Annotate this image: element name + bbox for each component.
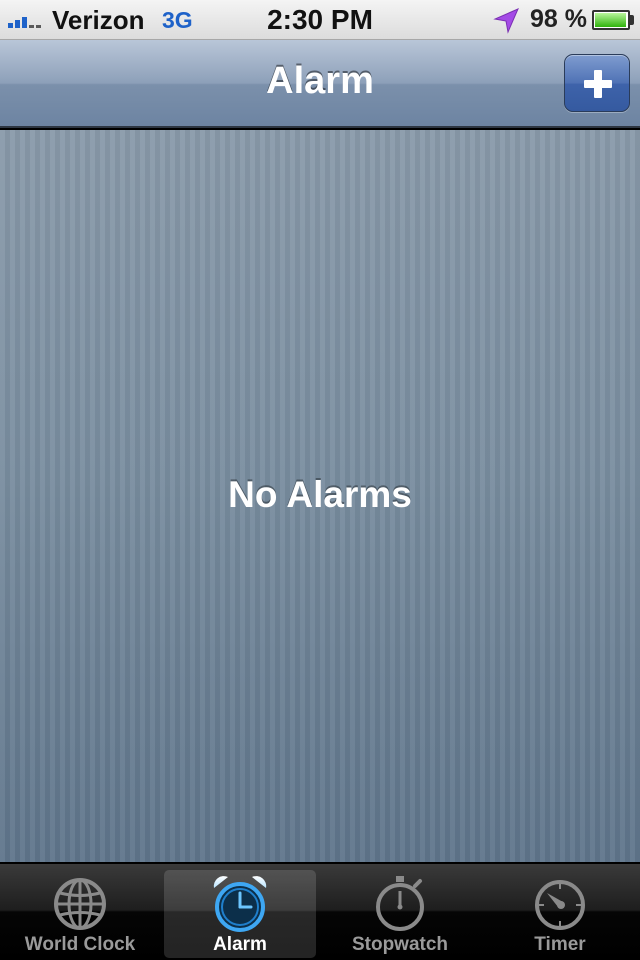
timer-icon [535,880,585,930]
add-alarm-button[interactable] [564,54,630,112]
tab-label-stopwatch: Stopwatch [351,934,449,955]
page-title: Alarm [266,60,374,102]
tab-alarm[interactable]: Alarm [164,870,316,958]
tab-label-world-clock: World Clock [24,934,136,955]
battery-level-fill [595,13,626,27]
battery-icon [592,10,630,30]
globe-icon [54,878,106,930]
status-bar: Verizon 3G 2:30 PM 98 % [0,0,640,40]
battery-percent: 98 % [530,5,587,33]
navigation-bar: Alarm [0,40,640,128]
tab-timer[interactable]: Timer [484,870,636,958]
tab-world-clock[interactable]: World Clock [4,870,156,958]
empty-state-message: No Alarms [228,474,412,515]
tab-bar: World Clock Alarm Stopwatch Timer [0,862,640,960]
plus-icon [584,70,612,98]
alarm-clock-icon [213,876,267,932]
alarm-list-area: No Alarms [0,130,640,862]
location-arrow-icon [493,8,519,34]
tab-stopwatch[interactable]: Stopwatch [324,870,476,958]
battery-tip [630,15,634,25]
stopwatch-icon [376,876,424,931]
tab-label-timer: Timer [534,934,586,955]
tab-label-alarm: Alarm [213,934,267,955]
